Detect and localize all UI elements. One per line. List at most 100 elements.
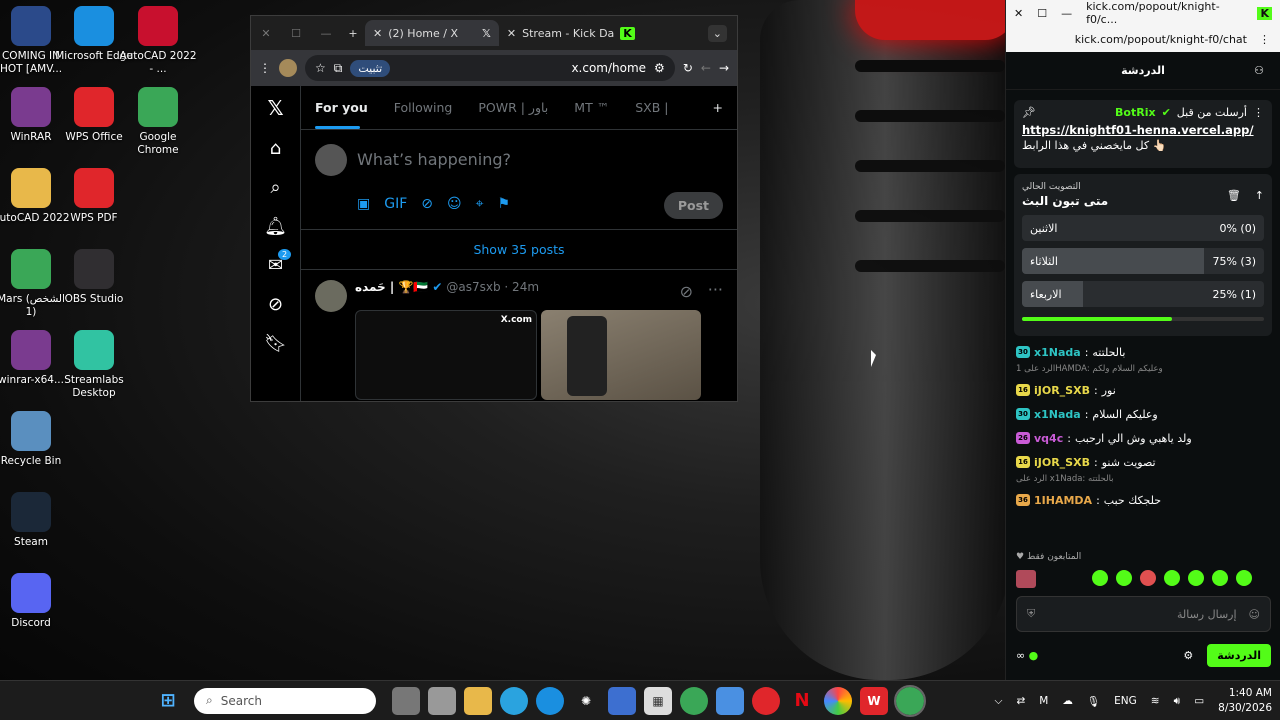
grok-icon[interactable]: ⊘ bbox=[268, 294, 283, 315]
translate-icon[interactable]: ⧉ bbox=[334, 61, 343, 76]
browser-window[interactable]: ✕ ☐ — + ✕ (2) Home / X 𝕏 ✕ Stream - Kick… bbox=[250, 15, 738, 402]
back-icon[interactable]: ← bbox=[701, 61, 711, 75]
emote-icon[interactable] bbox=[1116, 570, 1132, 586]
chat-username[interactable]: 1IHAMDA bbox=[1034, 494, 1092, 507]
pinned-link[interactable]: https://knightf01-henna.vercel.app/ bbox=[1022, 123, 1264, 137]
chat-username[interactable]: x1Nada bbox=[1034, 346, 1081, 359]
tab-mt[interactable]: MT ™ bbox=[574, 100, 609, 115]
desktop-shortcut[interactable]: WPS PDF bbox=[54, 168, 134, 225]
volume-icon[interactable]: 🔊︎ bbox=[1174, 695, 1181, 708]
chrome-icon[interactable] bbox=[680, 686, 708, 715]
minimize-icon[interactable]: — bbox=[1061, 7, 1072, 20]
profile-avatar[interactable] bbox=[279, 59, 297, 77]
close-icon[interactable]: ✕ bbox=[251, 27, 281, 40]
pin-icon[interactable]: 📌︎ bbox=[1022, 106, 1036, 119]
chat-input[interactable]: ⛨ إرسال رسالة ☺ bbox=[1016, 596, 1271, 632]
store-icon[interactable] bbox=[608, 686, 636, 715]
tweet-handle[interactable]: @as7sxb · 24m bbox=[446, 280, 539, 294]
chat-message[interactable]: 16 iJOR_SXB: نور bbox=[1016, 378, 1271, 402]
mic-icon[interactable]: 🎙︎ bbox=[1087, 695, 1100, 708]
delete-icon[interactable]: 🗑︎ bbox=[1227, 189, 1241, 202]
collapse-icon[interactable]: ↑ bbox=[1255, 189, 1264, 202]
chrome-active-icon[interactable] bbox=[894, 684, 926, 717]
new-tab-icon[interactable]: + bbox=[341, 27, 365, 40]
gear-icon[interactable]: ⚙ bbox=[1183, 649, 1193, 662]
desktop-shortcut[interactable]: AutoCAD 2022 - ... bbox=[118, 6, 198, 76]
cloud-icon[interactable]: ☁ bbox=[1062, 695, 1073, 707]
tab-sxb[interactable]: SXB | bbox=[635, 100, 668, 115]
tweet-media-photo[interactable] bbox=[541, 310, 701, 400]
color-app-icon[interactable] bbox=[824, 686, 852, 715]
tab-for-you[interactable]: For you bbox=[315, 100, 368, 129]
install-button[interactable]: تثبيت bbox=[350, 59, 391, 77]
copilot-icon[interactable] bbox=[716, 686, 744, 715]
wps-office-icon[interactable]: W bbox=[860, 686, 888, 715]
chat-message[interactable]: 36 1IHAMDA: حلجكك حبب bbox=[1016, 488, 1271, 512]
desktop-shortcut[interactable]: Discord bbox=[0, 573, 71, 630]
emote-icon[interactable] bbox=[1188, 570, 1204, 586]
clock[interactable]: 1:40 AM 8/30/2026 bbox=[1218, 686, 1272, 716]
post-button[interactable]: Post bbox=[663, 192, 723, 219]
emote-icon[interactable] bbox=[1092, 570, 1108, 586]
chat-message[interactable]: 30 x1Nada: بالحلتته bbox=[1016, 340, 1271, 364]
flag-icon[interactable]: ⚑ bbox=[498, 196, 511, 212]
star-icon[interactable]: ☆ bbox=[315, 61, 326, 75]
start-icon[interactable]: ⊞ bbox=[154, 687, 182, 715]
wps-pdf-icon[interactable] bbox=[752, 686, 780, 715]
desktop-shortcut[interactable]: Recycle Bin bbox=[0, 411, 71, 468]
tweet-media-screenshot[interactable]: X.com bbox=[355, 310, 537, 400]
tray-icon[interactable]: ⌵ bbox=[994, 695, 1002, 708]
telegram-icon[interactable] bbox=[500, 686, 528, 715]
menu-icon[interactable]: ⋮ bbox=[259, 61, 271, 75]
desktop-shortcut[interactable]: Steam bbox=[0, 492, 71, 549]
emote-icon[interactable] bbox=[1212, 570, 1228, 586]
avatar[interactable] bbox=[315, 280, 347, 312]
reply-reference[interactable]: الرد على 1HAMDA: وعليكم السلام ولكم bbox=[1016, 364, 1271, 378]
x-logo-icon[interactable]: 𝕏 bbox=[267, 96, 283, 120]
netflix-icon[interactable]: N bbox=[788, 687, 816, 715]
popout-url[interactable]: kick.com/popout/knight-f0/chat bbox=[1075, 33, 1247, 46]
image-icon[interactable]: ▣ bbox=[357, 196, 370, 212]
home-icon[interactable]: ⌂ bbox=[270, 138, 281, 159]
tray-icon[interactable]: M bbox=[1039, 695, 1048, 707]
messages-icon[interactable]: ✉ 2 bbox=[268, 249, 292, 276]
more-icon[interactable]: ⋮ bbox=[1259, 33, 1270, 46]
grok-icon[interactable]: ⊘ bbox=[680, 282, 693, 301]
wifi-icon[interactable]: ≋ bbox=[1151, 695, 1160, 707]
emote-icon[interactable] bbox=[1164, 570, 1180, 586]
site-settings-icon[interactable]: ⚙ bbox=[654, 61, 665, 75]
chat-message[interactable]: 16 iJOR_SXB: تصويت شنو bbox=[1016, 450, 1271, 474]
language-indicator[interactable]: ENG bbox=[1114, 695, 1137, 707]
tray-icon[interactable]: ⇄ bbox=[1016, 695, 1025, 707]
restore-icon[interactable]: ☐ bbox=[281, 27, 311, 40]
search-input[interactable]: ⌕ Search bbox=[194, 687, 376, 714]
pinned-message[interactable]: 📌︎ BotRix ✔ أرسلت من قبل ⋮ https://knigh… bbox=[1014, 100, 1272, 168]
users-icon[interactable]: ⚇ bbox=[1254, 64, 1264, 77]
grok-icon[interactable]: ⊘ bbox=[421, 196, 433, 212]
tab-kick-stream[interactable]: ✕ Stream - Kick Da K bbox=[499, 20, 643, 46]
chat-username[interactable]: vq4c bbox=[1034, 432, 1063, 445]
chat-message[interactable]: 30 x1Nada: وعليكم السلام bbox=[1016, 402, 1271, 426]
tab-close-icon[interactable]: ✕ bbox=[373, 27, 382, 40]
calculator-icon[interactable]: ▦ bbox=[644, 686, 672, 715]
desktop-shortcut[interactable]: OBS Studio bbox=[54, 249, 134, 306]
search-icon[interactable]: ⌕ bbox=[270, 177, 280, 198]
poll-option[interactable]: الاربعاء 25% (1) bbox=[1022, 281, 1264, 307]
shield-icon[interactable]: ⛨ bbox=[1027, 607, 1035, 621]
edge-icon[interactable] bbox=[536, 686, 564, 715]
emote-icon[interactable] bbox=[1140, 570, 1156, 586]
tab-search-icon[interactable]: ⌄ bbox=[707, 24, 727, 42]
chat-username[interactable]: iJOR_SXB bbox=[1034, 384, 1090, 397]
tab-close-icon[interactable]: ✕ bbox=[507, 27, 516, 40]
desktop-shortcut[interactable]: Streamlabs Desktop bbox=[54, 330, 134, 400]
bookmarks-icon[interactable]: 🔖︎ bbox=[264, 333, 287, 354]
kick-chat-window[interactable]: ✕ ☐ — kick.com/popout/knight-f0/c... K k… bbox=[1005, 0, 1280, 680]
chat-username[interactable]: x1Nada bbox=[1034, 408, 1081, 421]
send-button[interactable]: الدردشة bbox=[1207, 643, 1271, 667]
minimize-icon[interactable]: — bbox=[311, 27, 341, 40]
task-view-icon[interactable] bbox=[392, 686, 420, 715]
notifications-icon[interactable]: 🔔︎ bbox=[264, 216, 287, 237]
more-icon[interactable]: ··· bbox=[708, 280, 723, 299]
url-field[interactable]: ☆ ⧉ تثبيت x.com/home ⚙ bbox=[305, 55, 675, 81]
avatar[interactable] bbox=[1016, 570, 1036, 588]
